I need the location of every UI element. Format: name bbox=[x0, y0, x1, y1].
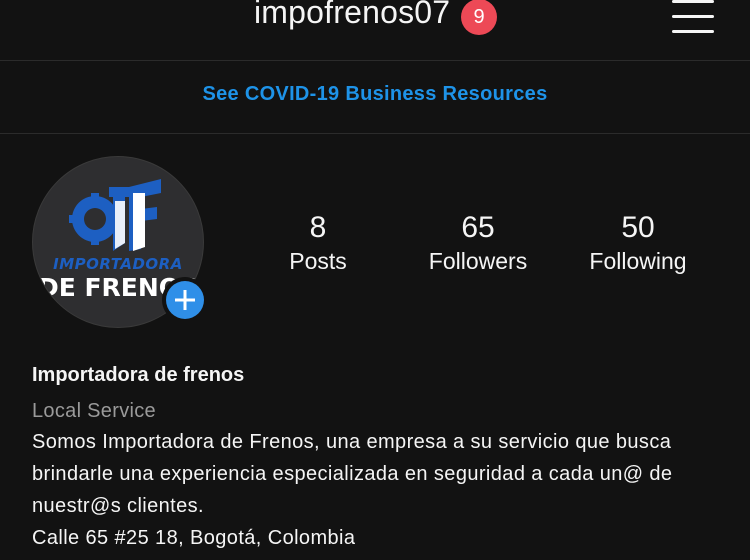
covid-resources-link[interactable]: See COVID-19 Business Resources bbox=[0, 83, 750, 106]
stat-followers-count: 65 bbox=[461, 211, 495, 244]
menu-button[interactable] bbox=[672, 0, 716, 40]
stat-following-label: Following bbox=[589, 248, 687, 274]
bio-description: Somos Importadora de Frenos, una empresa… bbox=[32, 431, 673, 517]
profile-avatar-container: IMPORTADORA DE FRENOS bbox=[32, 156, 208, 328]
stat-following-count: 50 bbox=[621, 211, 655, 244]
top-bar: impofrenos07 9 bbox=[0, 0, 750, 61]
stat-posts-count: 8 bbox=[309, 211, 327, 244]
stat-following[interactable]: 50 Following bbox=[558, 210, 718, 276]
add-story-button[interactable] bbox=[162, 277, 208, 323]
notification-badge[interactable]: 9 bbox=[461, 0, 497, 35]
profile-bio: Importadora de frenos Local Service Somo… bbox=[32, 360, 732, 554]
display-name: Importadora de frenos bbox=[32, 364, 245, 386]
stat-posts-label: Posts bbox=[289, 248, 347, 274]
logo-text-importadora: IMPORTADORA bbox=[53, 255, 183, 273]
covid-banner: See COVID-19 Business Resources bbox=[0, 61, 750, 134]
business-address[interactable]: Calle 65 #25 18, Bogotá, Colombia bbox=[32, 522, 732, 554]
plus-icon bbox=[175, 290, 195, 310]
profile-username[interactable]: impofrenos07 bbox=[254, 0, 450, 31]
stat-followers-label: Followers bbox=[428, 248, 528, 274]
business-category: Local Service bbox=[32, 400, 156, 422]
stat-posts[interactable]: 8 Posts bbox=[238, 210, 398, 276]
stat-followers[interactable]: 65 Followers bbox=[398, 210, 558, 276]
